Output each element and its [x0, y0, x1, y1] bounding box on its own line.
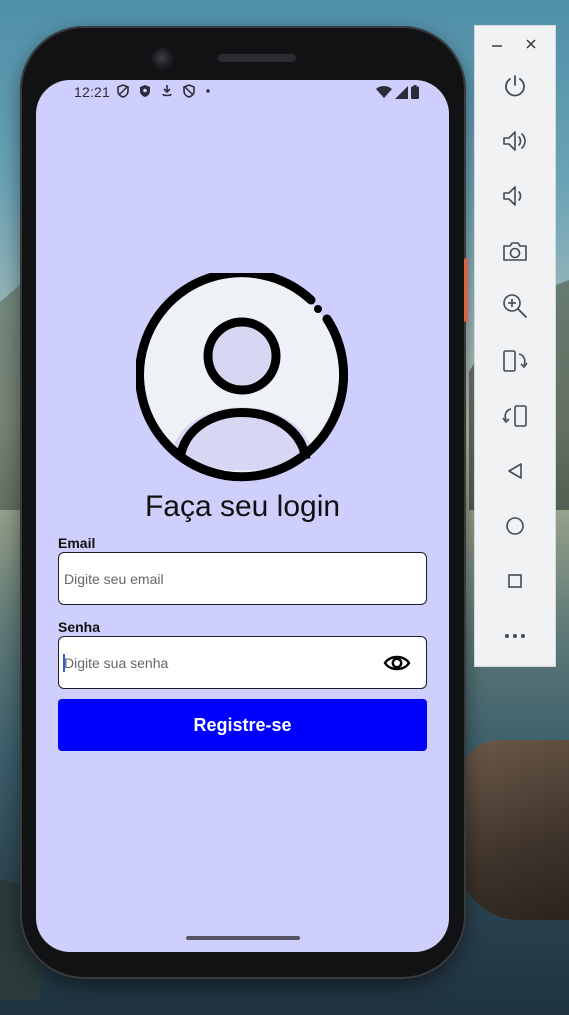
signal-icon — [395, 85, 408, 99]
rotate-left-icon — [503, 350, 528, 372]
volume-down-icon — [503, 186, 522, 206]
volume-down-button[interactable] — [497, 178, 533, 214]
status-bar: 12:21 — [36, 80, 449, 106]
phone-top-bezel — [140, 48, 340, 78]
camera-icon — [503, 242, 527, 261]
email-input[interactable] — [63, 553, 373, 604]
page-title: Faça seu login — [144, 490, 341, 523]
show-password-button[interactable] — [382, 649, 412, 677]
dot-icon — [206, 89, 210, 93]
battery-icon — [411, 85, 419, 99]
close-icon[interactable] — [523, 38, 539, 52]
download-icon — [162, 85, 172, 97]
phone-screen: 12:21 Faça seu login Email Senha — [36, 80, 449, 952]
notification-icons — [116, 84, 212, 98]
window-controls — [475, 34, 555, 56]
shield-icon — [117, 84, 129, 98]
shield-filled-icon — [140, 85, 150, 97]
gesture-navigation-bar[interactable] — [186, 936, 300, 940]
screenshot-button[interactable] — [497, 233, 533, 269]
backdrop-rock — [459, 740, 569, 920]
email-label: Email — [58, 535, 96, 551]
wifi-icon — [376, 85, 392, 98]
rotate-right-button[interactable] — [497, 398, 533, 434]
overview-icon — [508, 574, 522, 588]
status-time: 12:21 — [74, 84, 111, 100]
password-label: Senha — [58, 619, 101, 635]
power-button[interactable] — [497, 68, 533, 104]
phone-side-button — [464, 258, 468, 322]
back-button[interactable] — [497, 453, 533, 489]
shield-off-icon — [183, 84, 195, 98]
home-button[interactable] — [497, 508, 533, 544]
more-button[interactable] — [497, 618, 533, 654]
password-input[interactable] — [63, 637, 373, 688]
email-field-container — [58, 552, 427, 605]
earpiece-speaker — [218, 54, 296, 62]
rotate-left-button[interactable] — [497, 343, 533, 379]
eye-icon — [383, 655, 411, 671]
power-icon — [505, 75, 525, 97]
text-cursor — [63, 654, 65, 672]
rotate-right-icon — [502, 405, 527, 427]
minimize-icon[interactable] — [489, 38, 505, 52]
register-button[interactable]: Registre-se — [58, 699, 427, 751]
back-icon — [508, 463, 522, 479]
password-field-container — [58, 636, 427, 689]
emulator-toolbar — [474, 25, 556, 667]
front-camera — [152, 48, 174, 70]
overview-button[interactable] — [497, 563, 533, 599]
volume-up-icon — [503, 131, 526, 151]
more-icon — [505, 634, 525, 638]
system-icons — [376, 85, 419, 99]
volume-up-button[interactable] — [497, 123, 533, 159]
home-icon — [506, 517, 524, 535]
user-avatar-icon — [136, 273, 348, 482]
zoom-in-icon — [503, 294, 527, 318]
zoom-button[interactable] — [497, 288, 533, 324]
